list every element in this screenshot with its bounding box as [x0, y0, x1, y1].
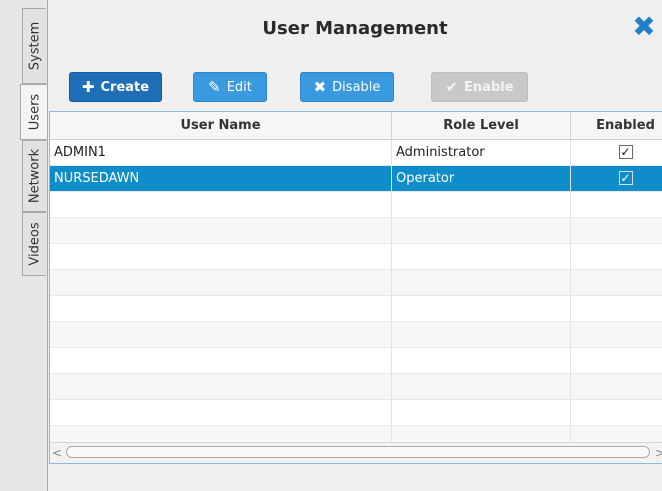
empty-cell: [392, 400, 571, 426]
empty-cell: [571, 322, 662, 348]
empty-cell: [392, 374, 571, 400]
scrollbar-thumb[interactable]: [66, 446, 650, 458]
scroll-right-icon[interactable]: >: [655, 446, 662, 460]
empty-cell: [571, 400, 662, 426]
empty-cell: [392, 322, 571, 348]
empty-cell: [50, 296, 392, 322]
empty-cell: [571, 244, 662, 270]
column-header-enabled[interactable]: Enabled: [571, 112, 662, 139]
empty-cell: [392, 218, 571, 244]
x-icon: ✖: [313, 78, 327, 96]
empty-cell: [571, 374, 662, 400]
edit-button-label: Edit: [226, 79, 252, 95]
user-name-cell: NURSEDAWN: [50, 166, 392, 192]
page-title: User Management: [262, 18, 448, 39]
empty-cell: [50, 348, 392, 374]
empty-cell: [50, 400, 392, 426]
tab-users[interactable]: Users: [20, 84, 48, 140]
tab-network-label: Network: [27, 148, 42, 204]
tab-users-label: Users: [27, 93, 42, 131]
empty-cell: [392, 348, 571, 374]
tab-system[interactable]: System: [22, 8, 46, 84]
enable-button[interactable]: ✔ Enable: [431, 72, 528, 102]
empty-cell: [392, 270, 571, 296]
empty-cell: [50, 192, 392, 218]
tab-videos[interactable]: Videos: [22, 212, 46, 276]
table-row-empty[interactable]: [50, 400, 662, 426]
scroll-left-icon[interactable]: <: [52, 446, 62, 460]
table-header: User Name Role Level Enabled: [50, 112, 662, 140]
role-level-cell: Operator: [392, 166, 571, 192]
empty-cell: [50, 244, 392, 270]
table-row-empty[interactable]: [50, 296, 662, 322]
empty-cell: [571, 348, 662, 374]
enabled-cell: ✓: [571, 140, 662, 166]
empty-cell: [392, 296, 571, 322]
table-row-empty[interactable]: [50, 322, 662, 348]
vertical-tab-strip: System Users Network Videos: [0, 0, 48, 491]
enabled-cell: ✓: [571, 166, 662, 192]
table-row-empty[interactable]: [50, 374, 662, 400]
empty-cell: [571, 192, 662, 218]
main-panel: User Management ✖ ✚ Create ✎ Edit ✖ Disa…: [48, 0, 662, 491]
plus-icon: ✚: [81, 78, 95, 96]
horizontal-scrollbar[interactable]: < >: [50, 442, 662, 463]
table-row-empty[interactable]: [50, 348, 662, 374]
table-row-empty[interactable]: [50, 270, 662, 296]
table-row[interactable]: NURSEDAWN Operator ✓: [50, 166, 662, 192]
user-name-cell: ADMIN1: [50, 140, 392, 166]
table-row-empty[interactable]: [50, 192, 662, 218]
disable-button-label: Disable: [332, 79, 381, 95]
table-row-empty[interactable]: [50, 218, 662, 244]
table-body: ADMIN1 Administrator ✓ NURSEDAWN Operato…: [50, 140, 662, 452]
empty-cell: [50, 270, 392, 296]
check-icon: ✔: [445, 78, 459, 96]
empty-cell: [571, 296, 662, 322]
enabled-checkbox[interactable]: ✓: [618, 171, 633, 185]
tab-videos-label: Videos: [27, 222, 42, 266]
empty-cell: [571, 218, 662, 244]
empty-cell: [571, 270, 662, 296]
enable-button-label: Enable: [464, 79, 514, 95]
tab-system-label: System: [27, 21, 42, 71]
users-table: User Name Role Level Enabled ADMIN1 Admi…: [49, 111, 662, 464]
edit-button[interactable]: ✎ Edit: [193, 72, 267, 102]
table-row-empty[interactable]: [50, 244, 662, 270]
empty-cell: [392, 244, 571, 270]
pencil-icon: ✎: [208, 78, 221, 96]
empty-cell: [50, 374, 392, 400]
create-button[interactable]: ✚ Create: [69, 72, 162, 102]
tab-network[interactable]: Network: [22, 140, 46, 212]
close-icon[interactable]: ✖: [632, 13, 656, 41]
role-level-cell: Administrator: [392, 140, 571, 166]
empty-cell: [50, 218, 392, 244]
table-row[interactable]: ADMIN1 Administrator ✓: [50, 140, 662, 166]
column-header-user-name[interactable]: User Name: [50, 112, 392, 139]
enabled-checkbox[interactable]: ✓: [618, 145, 633, 159]
create-button-label: Create: [100, 79, 150, 95]
disable-button[interactable]: ✖ Disable: [300, 72, 394, 102]
empty-cell: [392, 192, 571, 218]
column-header-role-level[interactable]: Role Level: [392, 112, 571, 139]
empty-cell: [50, 322, 392, 348]
